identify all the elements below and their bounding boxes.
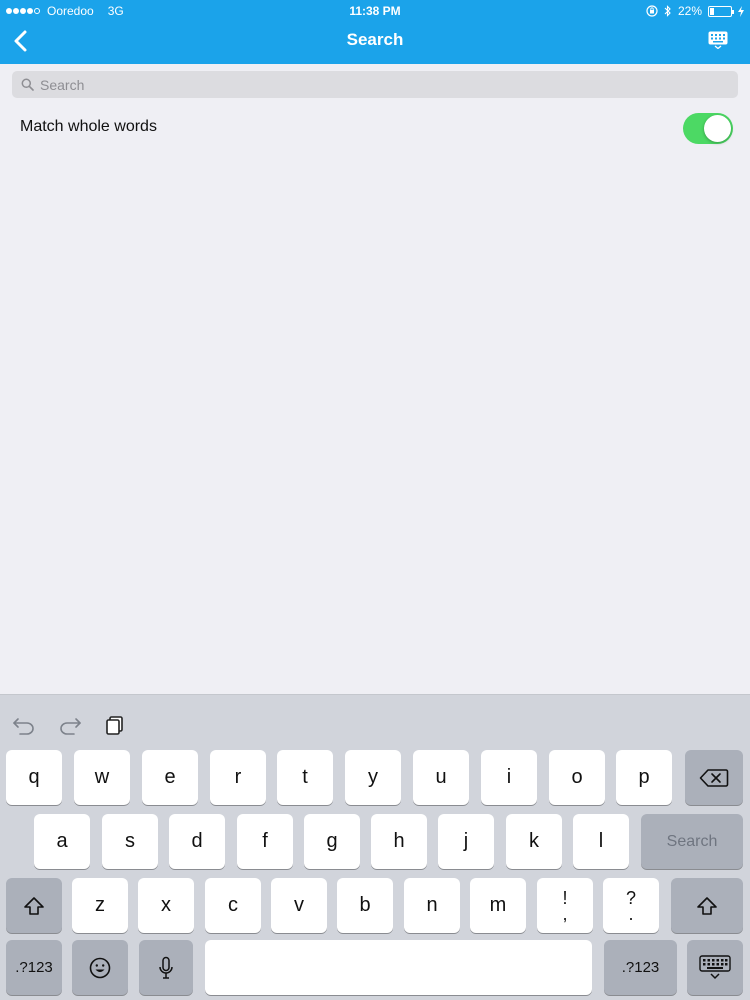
keyboard-icon[interactable] xyxy=(708,31,728,49)
key-v[interactable]: v xyxy=(271,878,327,933)
key-question-period[interactable]: ?. xyxy=(603,878,659,933)
navigation-bar: Ooredoo 3G 11:38 PM 22% Search xyxy=(0,0,750,64)
shift-key-left[interactable] xyxy=(6,878,62,933)
emoji-icon xyxy=(89,957,111,978)
backspace-key[interactable] xyxy=(685,750,743,805)
search-icon xyxy=(21,78,34,91)
page-title: Search xyxy=(346,30,404,49)
key-y[interactable]: y xyxy=(345,750,401,805)
backspace-icon xyxy=(699,768,729,787)
key-w[interactable]: w xyxy=(74,750,130,805)
key-e[interactable]: e xyxy=(142,750,198,805)
status-time: 11:38 PM xyxy=(349,4,401,18)
onscreen-keyboard: q w e r t y u i o p a s d f g h j k l Se… xyxy=(0,694,750,1000)
shift-key-right[interactable] xyxy=(671,878,743,933)
match-whole-words-toggle[interactable] xyxy=(683,113,733,144)
key-s[interactable]: s xyxy=(102,814,158,869)
key-g[interactable]: g xyxy=(304,814,360,869)
redo-icon[interactable] xyxy=(58,715,82,735)
key-m[interactable]: m xyxy=(470,878,526,933)
dictation-key[interactable] xyxy=(139,940,193,995)
match-whole-words-label: Match whole words xyxy=(20,118,157,135)
orientation-lock-icon xyxy=(646,5,658,17)
key-z[interactable]: z xyxy=(72,878,128,933)
key-r[interactable]: r xyxy=(210,750,266,805)
search-key[interactable]: Search xyxy=(641,814,743,869)
key-u[interactable]: u xyxy=(413,750,469,805)
key-d[interactable]: d xyxy=(169,814,225,869)
key-x[interactable]: x xyxy=(138,878,194,933)
key-c[interactable]: c xyxy=(205,878,261,933)
bluetooth-icon xyxy=(664,5,671,17)
key-t[interactable]: t xyxy=(277,750,333,805)
key-h[interactable]: h xyxy=(371,814,427,869)
key-comma-label: , xyxy=(562,903,568,924)
battery-percent: 22% xyxy=(677,4,702,18)
key-l[interactable]: l xyxy=(573,814,629,869)
key-f[interactable]: f xyxy=(237,814,293,869)
microphone-icon xyxy=(159,956,173,979)
key-exclaim-comma[interactable]: !, xyxy=(537,878,593,933)
key-a[interactable]: a xyxy=(34,814,90,869)
numbers-key-left[interactable]: .?123 xyxy=(6,940,62,995)
shift-icon xyxy=(24,896,44,915)
key-p[interactable]: p xyxy=(616,750,672,805)
dismiss-keyboard-key[interactable] xyxy=(687,940,743,995)
key-b[interactable]: b xyxy=(337,878,393,933)
key-period-label: . xyxy=(628,903,634,924)
search-input[interactable] xyxy=(40,76,720,93)
space-bar[interactable] xyxy=(205,940,592,995)
toggle-knob xyxy=(704,115,731,142)
key-q[interactable]: q xyxy=(6,750,62,805)
emoji-key[interactable] xyxy=(72,940,128,995)
paste-icon[interactable] xyxy=(104,715,126,737)
key-j[interactable]: j xyxy=(438,814,494,869)
battery-icon xyxy=(708,5,734,17)
key-k[interactable]: k xyxy=(506,814,562,869)
key-o[interactable]: o xyxy=(549,750,605,805)
charging-icon xyxy=(738,5,744,17)
keyboard-dismiss-icon xyxy=(699,954,731,979)
undo-icon[interactable] xyxy=(12,715,36,735)
search-bar[interactable] xyxy=(12,71,738,98)
key-i[interactable]: i xyxy=(481,750,537,805)
key-n[interactable]: n xyxy=(404,878,460,933)
shift-icon xyxy=(697,896,717,915)
status-bar: Ooredoo 3G 11:38 PM 22% xyxy=(0,0,750,22)
numbers-key-right[interactable]: .?123 xyxy=(604,940,677,995)
